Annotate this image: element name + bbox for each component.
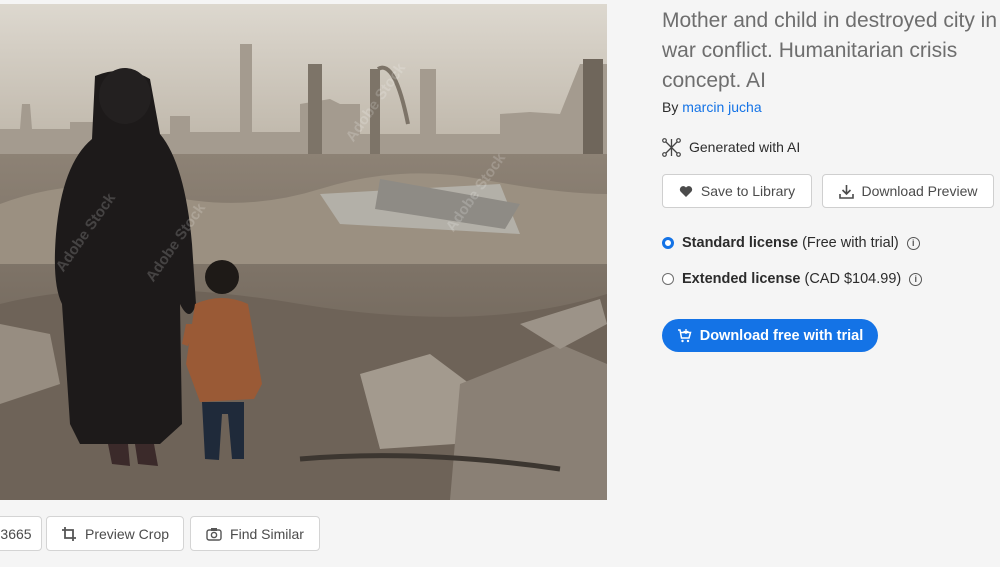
find-similar-label: Find Similar (230, 525, 304, 542)
extended-license-radio[interactable] (662, 273, 674, 285)
preview-crop-label: Preview Crop (84, 525, 170, 542)
photo-illustration (0, 4, 607, 500)
download-icon (838, 184, 854, 199)
by-prefix: By (662, 99, 679, 115)
asset-id-button[interactable]: 3665 (0, 516, 42, 551)
standard-license-radio[interactable] (662, 237, 674, 249)
asset-preview-image[interactable]: Adobe Stock Adobe Stock Adobe Stock Adob… (0, 4, 607, 500)
info-icon[interactable]: i (909, 272, 923, 286)
extended-license-name: Extended license (682, 271, 801, 287)
standard-license-detail: (Free with trial) (802, 235, 899, 251)
generated-with-ai-badge: Generated with AI (662, 137, 800, 157)
save-to-library-label: Save to Library (700, 183, 796, 199)
heart-icon (679, 185, 693, 197)
standard-license-option[interactable]: Standard license (Free with trial) i (662, 235, 920, 251)
asset-id-text: 3665 (0, 525, 32, 542)
extended-license-option[interactable]: Extended license (CAD $104.99) i (662, 271, 923, 287)
ai-generated-icon (662, 137, 681, 157)
generated-with-ai-label: Generated with AI (689, 139, 801, 155)
standard-license-name: Standard license (682, 235, 799, 251)
author-line: By marcin jucha (662, 99, 762, 115)
asset-title: Mother and child in destroyed city in wa… (662, 9, 998, 92)
find-similar-button[interactable]: Find Similar (190, 516, 320, 551)
extended-license-detail: (CAD $104.99) (804, 271, 902, 287)
download-free-with-trial-label: Download free with trial (699, 327, 864, 344)
cart-icon (677, 329, 692, 343)
author-link[interactable]: marcin jucha (682, 99, 761, 115)
crop-icon (61, 526, 76, 541)
camera-icon (206, 527, 222, 541)
preview-crop-button[interactable]: Preview Crop (46, 516, 184, 551)
download-preview-button[interactable]: Download Preview (822, 174, 994, 208)
asset-details-panel: Mother and child in destroyed city in wa… (662, 0, 1000, 567)
download-free-with-trial-button[interactable]: Download free with trial (662, 319, 878, 352)
info-icon[interactable]: i (906, 236, 920, 250)
download-preview-label: Download Preview (861, 183, 978, 199)
save-to-library-button[interactable]: Save to Library (662, 174, 812, 208)
